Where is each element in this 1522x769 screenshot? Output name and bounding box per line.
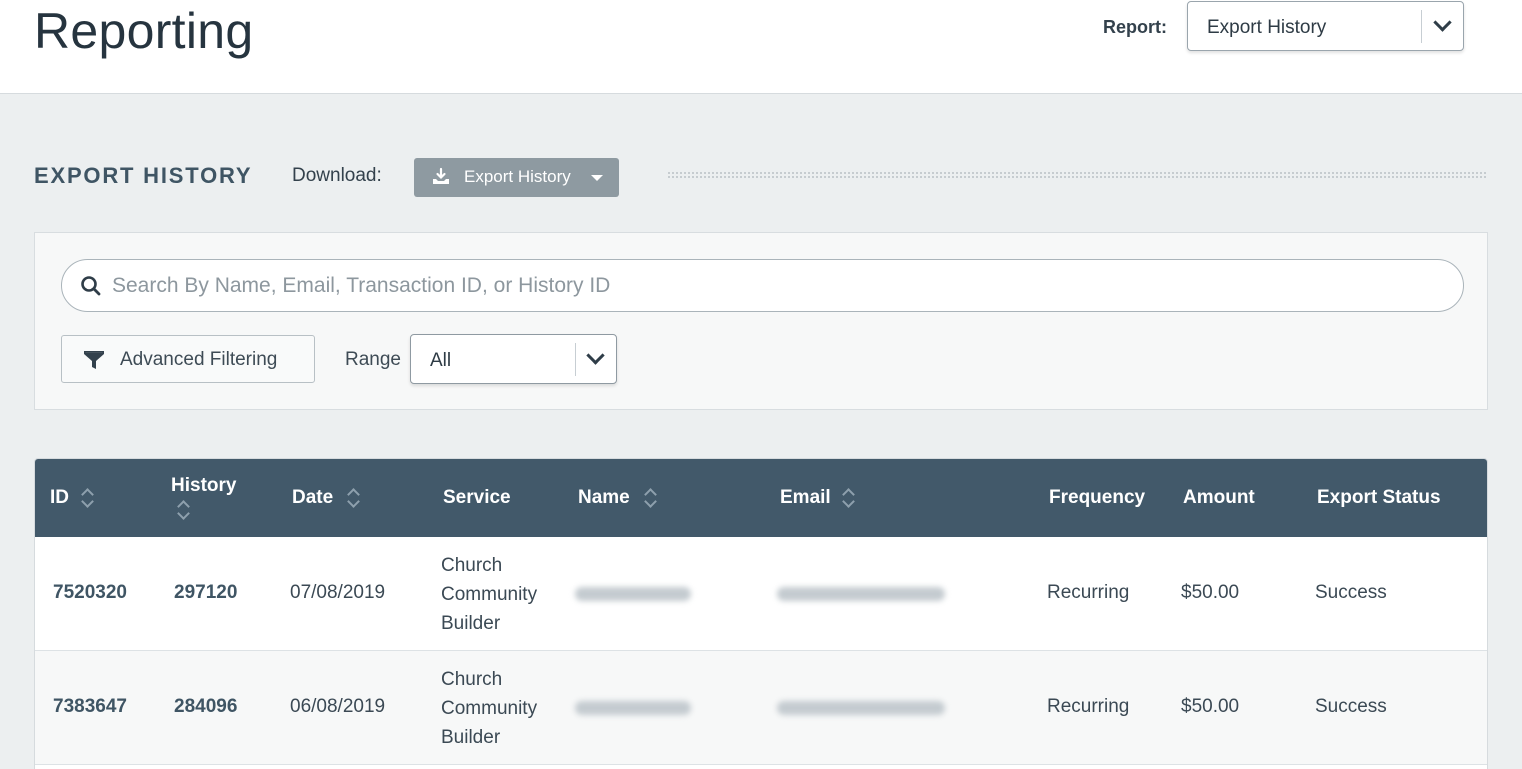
column-header-date[interactable]: Date bbox=[292, 487, 333, 509]
cell-id[interactable]: 7520320 bbox=[53, 582, 127, 604]
sort-icon[interactable] bbox=[178, 500, 188, 520]
filter-panel: Advanced Filtering Range All bbox=[34, 232, 1488, 410]
filter-icon bbox=[84, 351, 104, 369]
sort-icon[interactable] bbox=[645, 488, 655, 508]
column-header-export-status: Export Status bbox=[1317, 487, 1441, 508]
sort-icon[interactable] bbox=[348, 488, 358, 508]
cell-id[interactable]: 7383647 bbox=[53, 696, 127, 718]
export-history-table: ID History Date Service Name Email Frequ… bbox=[34, 458, 1488, 769]
section-title: EXPORT HISTORY bbox=[34, 163, 253, 188]
redacted-name bbox=[575, 587, 691, 601]
cell-history[interactable]: 284096 bbox=[174, 696, 237, 718]
chevron-down-icon[interactable] bbox=[1433, 13, 1452, 32]
export-history-download-button[interactable]: Export History bbox=[414, 158, 619, 197]
sort-icon[interactable] bbox=[82, 488, 92, 508]
redacted-email bbox=[777, 587, 945, 601]
service-line: Church bbox=[441, 669, 503, 690]
column-header-name[interactable]: Name bbox=[578, 487, 630, 509]
report-select[interactable]: Export History bbox=[1187, 1, 1464, 51]
report-label: Report: bbox=[1103, 17, 1167, 37]
page-title: Reporting bbox=[34, 3, 254, 59]
range-select-value: All bbox=[430, 350, 452, 371]
column-header-email[interactable]: Email bbox=[780, 487, 831, 509]
select-divider bbox=[575, 343, 576, 376]
service-line: Community bbox=[441, 584, 538, 605]
column-header-frequency: Frequency bbox=[1049, 487, 1146, 508]
column-header-amount: Amount bbox=[1183, 487, 1255, 508]
service-line: Church bbox=[441, 555, 503, 576]
download-label: Download: bbox=[292, 165, 382, 186]
service-line: Builder bbox=[441, 727, 501, 748]
sort-icon[interactable] bbox=[843, 488, 853, 508]
range-select[interactable]: All bbox=[410, 334, 617, 384]
cell-export-status: Success bbox=[1315, 582, 1387, 603]
download-icon bbox=[433, 167, 449, 184]
column-header-id[interactable]: ID bbox=[50, 487, 69, 509]
cell-service: Church Community Builder bbox=[441, 665, 561, 752]
cell-frequency: Recurring bbox=[1047, 696, 1130, 717]
select-divider bbox=[1421, 10, 1422, 43]
cell-frequency: Recurring bbox=[1047, 582, 1130, 603]
service-line: Builder bbox=[441, 613, 501, 634]
advanced-filtering-label: Advanced Filtering bbox=[120, 349, 278, 370]
service-line: Community bbox=[441, 698, 538, 719]
cell-service: Church Community Builder bbox=[441, 551, 561, 638]
cell-export-status: Success bbox=[1315, 696, 1387, 717]
cell-history[interactable]: 297120 bbox=[174, 582, 237, 604]
chevron-down-icon[interactable] bbox=[586, 346, 605, 365]
redacted-email bbox=[777, 701, 945, 715]
table-header: ID History Date Service Name Email Frequ… bbox=[35, 459, 1487, 537]
download-button-label: Export History bbox=[464, 167, 571, 186]
search-input[interactable] bbox=[112, 270, 1442, 302]
cell-amount: $50.00 bbox=[1181, 696, 1240, 717]
cell-date: 07/08/2019 bbox=[290, 582, 386, 603]
dotted-divider bbox=[667, 171, 1488, 179]
redacted-name bbox=[575, 701, 691, 715]
top-bar: Reporting Report: Export History bbox=[0, 0, 1522, 94]
range-label: Range bbox=[345, 349, 401, 370]
table-row[interactable]: 7520320 297120 07/08/2019 Church Communi… bbox=[35, 537, 1487, 651]
cell-amount: $50.00 bbox=[1181, 582, 1240, 603]
table-row[interactable]: 7383647 284096 06/08/2019 Church Communi… bbox=[35, 651, 1487, 765]
caret-down-icon bbox=[591, 175, 603, 181]
report-select-value: Export History bbox=[1207, 17, 1327, 38]
cell-date: 06/08/2019 bbox=[290, 696, 386, 717]
search-box[interactable] bbox=[61, 259, 1464, 312]
search-icon bbox=[81, 276, 101, 296]
column-header-history[interactable]: History bbox=[171, 475, 236, 497]
advanced-filtering-button[interactable]: Advanced Filtering bbox=[61, 335, 315, 383]
column-header-service: Service bbox=[443, 487, 511, 508]
